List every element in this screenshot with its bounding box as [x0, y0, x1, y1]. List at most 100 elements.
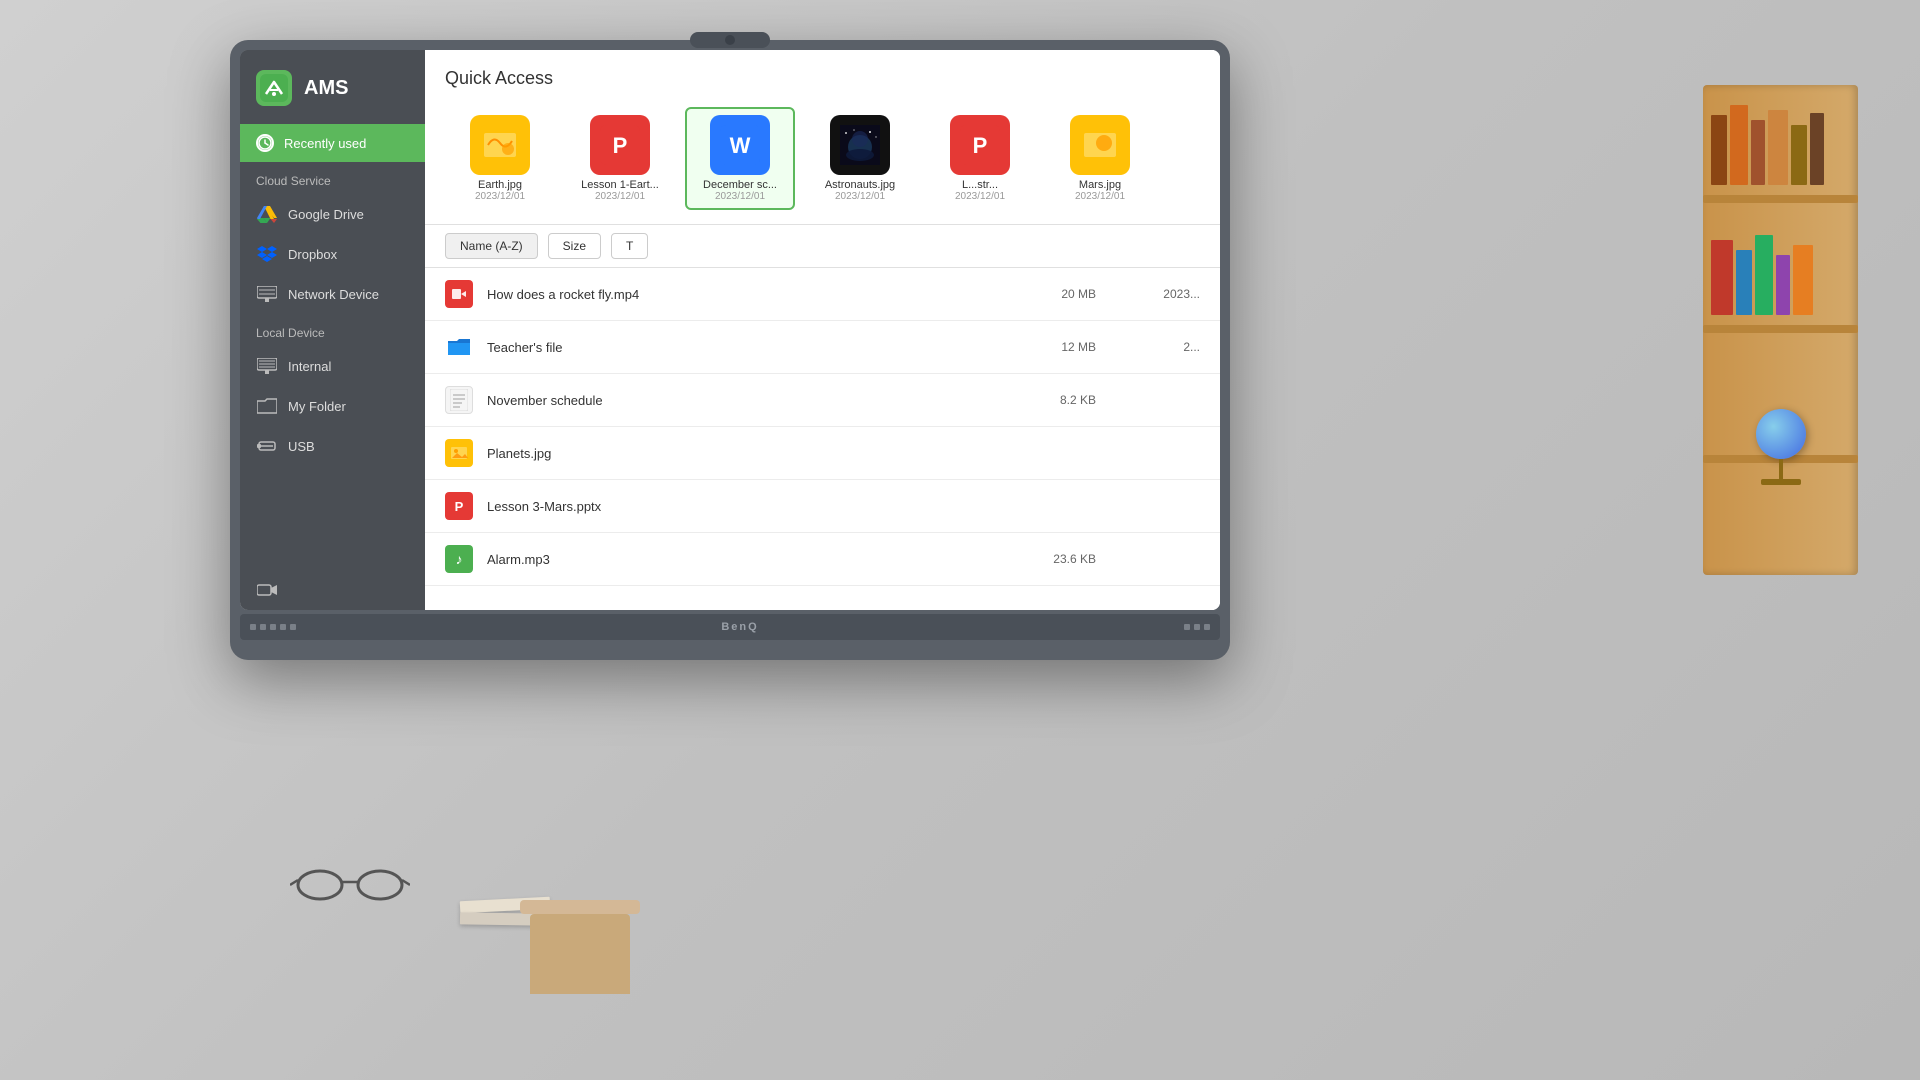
thumbnail-lesson-str[interactable]: P L...str... 2023/12/01	[925, 107, 1035, 210]
thumb-date-lesson-str: 2023/12/01	[955, 191, 1005, 202]
thumbnail-earth[interactable]: Earth.jpg 2023/12/01	[445, 107, 555, 210]
usb-label: USB	[288, 439, 315, 454]
sidebar-item-internal[interactable]: Internal	[240, 346, 425, 386]
camera-icon	[256, 579, 278, 601]
sidebar-item-network-device[interactable]: Network Device	[240, 274, 425, 314]
quick-access-header: Quick Access	[425, 50, 1220, 99]
shelf-board-1	[1703, 195, 1858, 203]
clock-icon	[256, 134, 274, 152]
network-device-label: Network Device	[288, 287, 379, 302]
video-file-date: 2023...	[1110, 287, 1200, 301]
book-m3	[1755, 235, 1773, 315]
file-row-folder[interactable]: Teacher's file 12 MB 2...	[425, 321, 1220, 374]
shelf-books-top	[1711, 105, 1824, 185]
my-folder-label: My Folder	[288, 399, 346, 414]
bottom-bar-left	[250, 624, 296, 630]
file-row-ppt[interactable]: P Lesson 3-Mars.pptx	[425, 480, 1220, 533]
sort-time-button[interactable]: T	[611, 233, 648, 259]
file-row-image[interactable]: Planets.jpg	[425, 427, 1220, 480]
thumbnail-mars[interactable]: Mars.jpg 2023/12/01	[1045, 107, 1155, 210]
bookshelf	[1703, 85, 1858, 575]
file-row-doc[interactable]: November schedule 8.2 KB	[425, 374, 1220, 427]
dropbox-label: Dropbox	[288, 247, 337, 262]
thumb-date-astronauts: 2023/12/01	[835, 191, 885, 202]
svg-text:P: P	[455, 499, 464, 514]
book-3	[1751, 120, 1765, 185]
svg-text:P: P	[613, 133, 628, 158]
sidebar-item-google-drive[interactable]: Google Drive	[240, 194, 425, 234]
folder-file-icon	[445, 333, 473, 361]
bar-dot-r3	[1204, 624, 1210, 630]
file-row-audio[interactable]: ♪ Alarm.mp3 23.6 KB	[425, 533, 1220, 586]
folder-icon	[256, 395, 278, 417]
file-row-video[interactable]: How does a rocket fly.mp4 20 MB 2023...	[425, 268, 1220, 321]
google-drive-label: Google Drive	[288, 207, 364, 222]
doc-file-icon	[445, 386, 473, 414]
monitor-bottom-bar: BenQ	[240, 614, 1220, 640]
bar-dot-4	[280, 624, 286, 630]
mars-thumb-icon	[1070, 115, 1130, 175]
image-file-name: Planets.jpg	[487, 446, 1002, 461]
folder-file-date: 2...	[1110, 340, 1200, 354]
book-5	[1791, 125, 1807, 185]
thumb-name-mars: Mars.jpg	[1053, 179, 1147, 191]
local-device-section-title: Local Device	[240, 314, 425, 346]
monitor-frame: AMS Recently used Cloud Service	[230, 40, 1230, 660]
thumbnail-astronauts[interactable]: Astronauts.jpg 2023/12/01	[805, 107, 915, 210]
thumb-name-lesson1: Lesson 1-Eart...	[573, 179, 667, 191]
bottom-bar-right	[1184, 624, 1210, 630]
cloud-service-section-title: Cloud Service	[240, 162, 425, 194]
shelf-globe	[1756, 409, 1806, 485]
thumbnail-lesson1[interactable]: P Lesson 1-Eart... 2023/12/01	[565, 107, 675, 210]
shelf-board-2	[1703, 325, 1858, 333]
desk-glasses	[290, 860, 410, 915]
lesson-str-thumb-icon: P	[950, 115, 1010, 175]
earth-thumb-icon	[470, 115, 530, 175]
chair	[500, 800, 660, 1000]
folder-file-size: 12 MB	[1016, 340, 1096, 354]
sidebar: AMS Recently used Cloud Service	[240, 50, 425, 610]
sidebar-item-my-folder[interactable]: My Folder	[240, 386, 425, 426]
sidebar-item-dropbox[interactable]: Dropbox	[240, 234, 425, 274]
audio-file-size: 23.6 KB	[1016, 552, 1096, 566]
svg-text:P: P	[973, 133, 988, 158]
audio-file-name: Alarm.mp3	[487, 552, 1002, 567]
monitor-brand: BenQ	[721, 621, 758, 633]
sidebar-item-usb[interactable]: USB	[240, 426, 425, 466]
monitor-screen: AMS Recently used Cloud Service	[240, 50, 1220, 610]
book-1	[1711, 115, 1727, 185]
bar-dot-3	[270, 624, 276, 630]
network-icon	[256, 283, 278, 305]
audio-file-icon: ♪	[445, 545, 473, 573]
file-list-container: Name (A-Z) Size T How does a rocket fly.…	[425, 225, 1220, 610]
sort-size-button[interactable]: Size	[548, 233, 601, 259]
internal-icon	[256, 355, 278, 377]
book-6	[1810, 113, 1824, 185]
doc-file-size: 8.2 KB	[1016, 393, 1096, 407]
book-m4	[1776, 255, 1790, 315]
thumb-date-lesson1: 2023/12/01	[595, 191, 645, 202]
thumb-date-mars: 2023/12/01	[1075, 191, 1125, 202]
dropbox-icon	[256, 243, 278, 265]
svg-text:♪: ♪	[456, 551, 463, 567]
video-file-icon	[445, 280, 473, 308]
thumb-name-lesson-str: L...str...	[933, 179, 1027, 191]
recently-used-label: Recently used	[284, 136, 366, 151]
thumbnail-december[interactable]: W December sc... 2023/12/01	[685, 107, 795, 210]
bar-dot-r2	[1194, 624, 1200, 630]
shelf-books-mid	[1711, 235, 1813, 315]
file-thumbnails-section: Earth.jpg 2023/12/01 P Lesson 1-Eart... …	[425, 99, 1220, 225]
ams-logo-icon	[256, 70, 292, 106]
app-title: AMS	[304, 77, 348, 100]
book-m1	[1711, 240, 1733, 315]
thumb-name-earth: Earth.jpg	[453, 179, 547, 191]
sort-name-button[interactable]: Name (A-Z)	[445, 233, 538, 259]
lesson1-thumb-icon: P	[590, 115, 650, 175]
monitor-camera	[690, 32, 770, 48]
recently-used-item[interactable]: Recently used	[240, 124, 425, 162]
thumb-date-december: 2023/12/01	[715, 191, 765, 202]
book-m5	[1793, 245, 1813, 315]
folder-file-name: Teacher's file	[487, 340, 1002, 355]
sidebar-header: AMS	[240, 50, 425, 124]
svg-text:W: W	[730, 133, 751, 158]
